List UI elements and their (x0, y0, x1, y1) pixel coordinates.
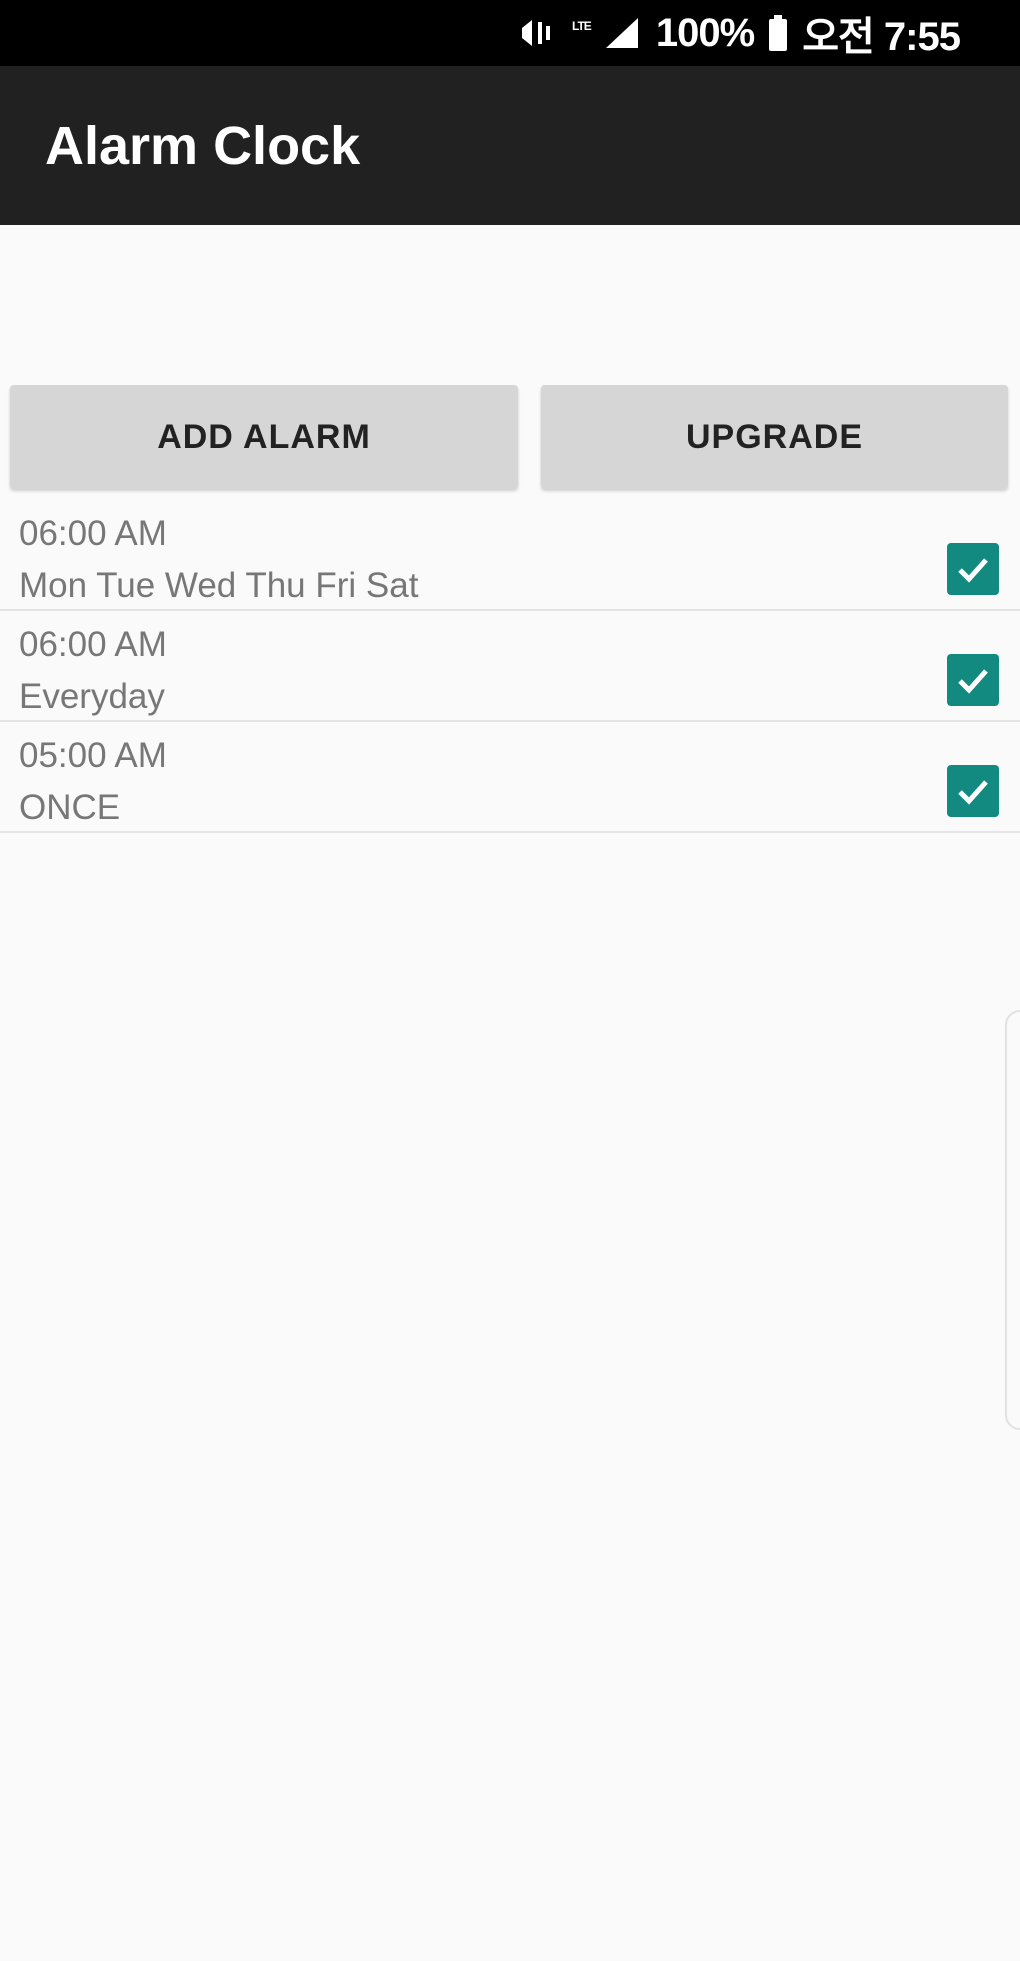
alarm-days: Everyday (19, 677, 165, 716)
status-bar: LTE 100% 오전 7:55 (0, 0, 1020, 66)
wifi-call-icon (518, 16, 558, 50)
upgrade-button[interactable]: UPGRADE (541, 385, 1008, 489)
checkmark-icon (958, 780, 988, 805)
alarm-time: 05:00 AM (19, 736, 167, 775)
app-toolbar: Alarm Clock (0, 66, 1020, 225)
alarm-time: 06:00 AM (19, 514, 167, 553)
page-title: Alarm Clock (45, 115, 361, 176)
alarm-time: 06:00 AM (19, 625, 167, 664)
battery-icon (768, 15, 788, 51)
alarm-days: Mon Tue Wed Thu Fri Sat (19, 566, 419, 605)
alarm-enabled-checkbox[interactable] (947, 543, 999, 595)
svg-text:LTE: LTE (572, 19, 592, 33)
alarm-list: 06:00 AM Mon Tue Wed Thu Fri Sat 06:00 A… (0, 500, 1020, 833)
alarm-days: ONCE (19, 788, 121, 827)
battery-percent: 100% (655, 10, 755, 55)
alarm-enabled-checkbox[interactable] (947, 654, 999, 706)
add-alarm-button[interactable]: ADD ALARM (10, 385, 518, 489)
alarm-enabled-checkbox[interactable] (947, 765, 999, 817)
checkmark-icon (958, 669, 988, 694)
checkmark-icon (958, 558, 988, 583)
alarm-row[interactable]: 05:00 AM ONCE (0, 722, 1020, 833)
signal-icon: LTE (572, 16, 642, 50)
clock-text: 오전 7:55 (802, 15, 961, 59)
alarm-row[interactable]: 06:00 AM Everyday (0, 611, 1020, 722)
alarm-row[interactable]: 06:00 AM Mon Tue Wed Thu Fri Sat (0, 500, 1020, 611)
edge-panel-handle[interactable] (1005, 1010, 1020, 1430)
